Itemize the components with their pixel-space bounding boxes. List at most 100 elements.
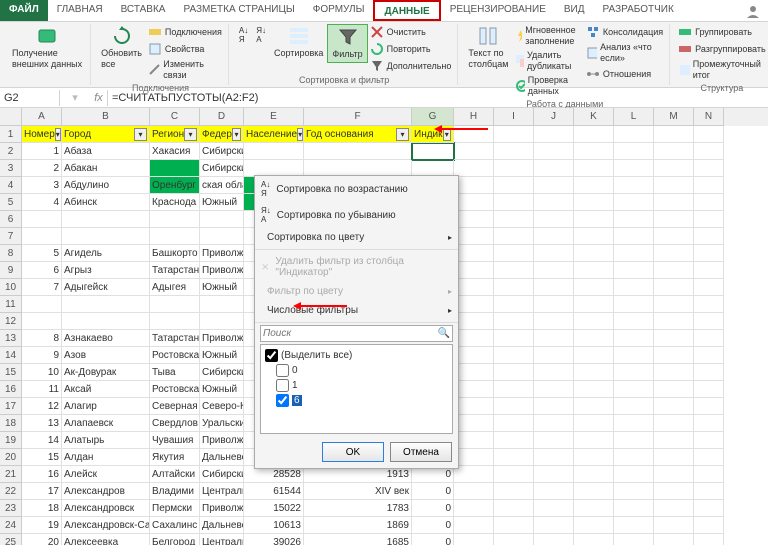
cell[interactable]: Белгород [150, 534, 200, 545]
cell[interactable]: Азнакаево [62, 330, 150, 347]
cell[interactable] [574, 160, 614, 177]
cell[interactable]: XIV век [304, 483, 412, 500]
cell[interactable] [534, 364, 574, 381]
filter-dropdown-icon[interactable]: ▾ [184, 128, 197, 141]
row-header[interactable]: 16 [0, 381, 22, 398]
cell[interactable] [654, 228, 694, 245]
row-header[interactable]: 5 [0, 194, 22, 211]
cell[interactable] [694, 177, 724, 194]
cell[interactable] [614, 517, 654, 534]
col-header[interactable]: I [494, 108, 534, 126]
cell[interactable] [62, 313, 150, 330]
cell[interactable]: 0 [412, 483, 454, 500]
cell[interactable] [654, 313, 694, 330]
cell[interactable]: Татарстан [150, 330, 200, 347]
cell[interactable] [454, 432, 494, 449]
cell[interactable] [574, 126, 614, 143]
cell[interactable] [574, 228, 614, 245]
cell[interactable] [454, 500, 494, 517]
cell[interactable] [454, 534, 494, 545]
cell[interactable] [494, 449, 534, 466]
cell[interactable] [494, 466, 534, 483]
cell[interactable] [454, 262, 494, 279]
cell[interactable]: Южный [200, 194, 244, 211]
user-icon[interactable] [738, 0, 768, 21]
cell[interactable] [534, 398, 574, 415]
cell[interactable] [150, 228, 200, 245]
cell[interactable] [654, 398, 694, 415]
cell[interactable] [22, 211, 62, 228]
cell[interactable]: Александров [62, 483, 150, 500]
tab-view[interactable]: ВИД [555, 0, 594, 21]
filter-dropdown-icon[interactable]: ▾ [297, 128, 303, 141]
cell[interactable]: 5 [22, 245, 62, 262]
cell[interactable] [494, 211, 534, 228]
cell[interactable] [534, 262, 574, 279]
cell[interactable] [694, 160, 724, 177]
cell[interactable] [534, 211, 574, 228]
cell[interactable] [534, 534, 574, 545]
cell[interactable] [654, 160, 694, 177]
cell[interactable]: Адыгея [150, 279, 200, 296]
cell[interactable]: Башкорто [150, 245, 200, 262]
cell[interactable] [654, 279, 694, 296]
select-all-corner[interactable] [0, 108, 22, 126]
cell[interactable]: 2 [22, 160, 62, 177]
cell[interactable] [614, 194, 654, 211]
cell[interactable] [494, 177, 534, 194]
cell[interactable] [62, 228, 150, 245]
cell[interactable] [534, 500, 574, 517]
cell[interactable] [614, 381, 654, 398]
relations-button[interactable]: Отношения [584, 66, 665, 82]
cell[interactable]: Оренбург [150, 177, 200, 194]
cell[interactable] [654, 517, 694, 534]
cell[interactable] [494, 262, 534, 279]
cell[interactable]: Приволжс [200, 432, 244, 449]
cell[interactable] [494, 347, 534, 364]
tab-insert[interactable]: ВСТАВКА [112, 0, 175, 21]
cell[interactable] [494, 534, 534, 545]
cell[interactable] [694, 364, 724, 381]
cell[interactable] [694, 262, 724, 279]
cell[interactable] [534, 194, 574, 211]
cell[interactable] [574, 279, 614, 296]
cell[interactable] [454, 517, 494, 534]
cell[interactable] [22, 228, 62, 245]
cell[interactable]: Ростовска [150, 347, 200, 364]
cell[interactable] [694, 517, 724, 534]
cell[interactable] [534, 279, 574, 296]
filter-button[interactable]: Фильтр [327, 24, 367, 63]
cell[interactable]: 1783 [304, 500, 412, 517]
cell[interactable] [614, 500, 654, 517]
cell[interactable] [574, 313, 614, 330]
cell[interactable] [534, 296, 574, 313]
cell[interactable] [614, 364, 654, 381]
col-header[interactable]: L [614, 108, 654, 126]
cell[interactable] [614, 296, 654, 313]
cell[interactable] [454, 313, 494, 330]
cell[interactable] [614, 245, 654, 262]
cell[interactable] [200, 228, 244, 245]
cell[interactable] [694, 398, 724, 415]
cell[interactable]: Дальнево [200, 449, 244, 466]
cell[interactable] [654, 126, 694, 143]
cell[interactable] [654, 194, 694, 211]
cell[interactable]: 15 [22, 449, 62, 466]
cell[interactable] [494, 245, 534, 262]
col-header[interactable]: N [694, 108, 724, 126]
cell[interactable] [454, 211, 494, 228]
cell[interactable]: Абакан [62, 160, 150, 177]
reapply-button[interactable]: Повторить [368, 41, 454, 57]
cell[interactable] [534, 330, 574, 347]
cell[interactable] [694, 143, 724, 160]
row-header[interactable]: 23 [0, 500, 22, 517]
cell[interactable]: 14 [22, 432, 62, 449]
cell[interactable] [694, 194, 724, 211]
cell[interactable] [614, 432, 654, 449]
cell[interactable] [454, 177, 494, 194]
cell[interactable] [150, 313, 200, 330]
cell[interactable] [494, 279, 534, 296]
cell[interactable] [654, 364, 694, 381]
cell[interactable]: 0 [412, 534, 454, 545]
cell[interactable] [694, 534, 724, 545]
